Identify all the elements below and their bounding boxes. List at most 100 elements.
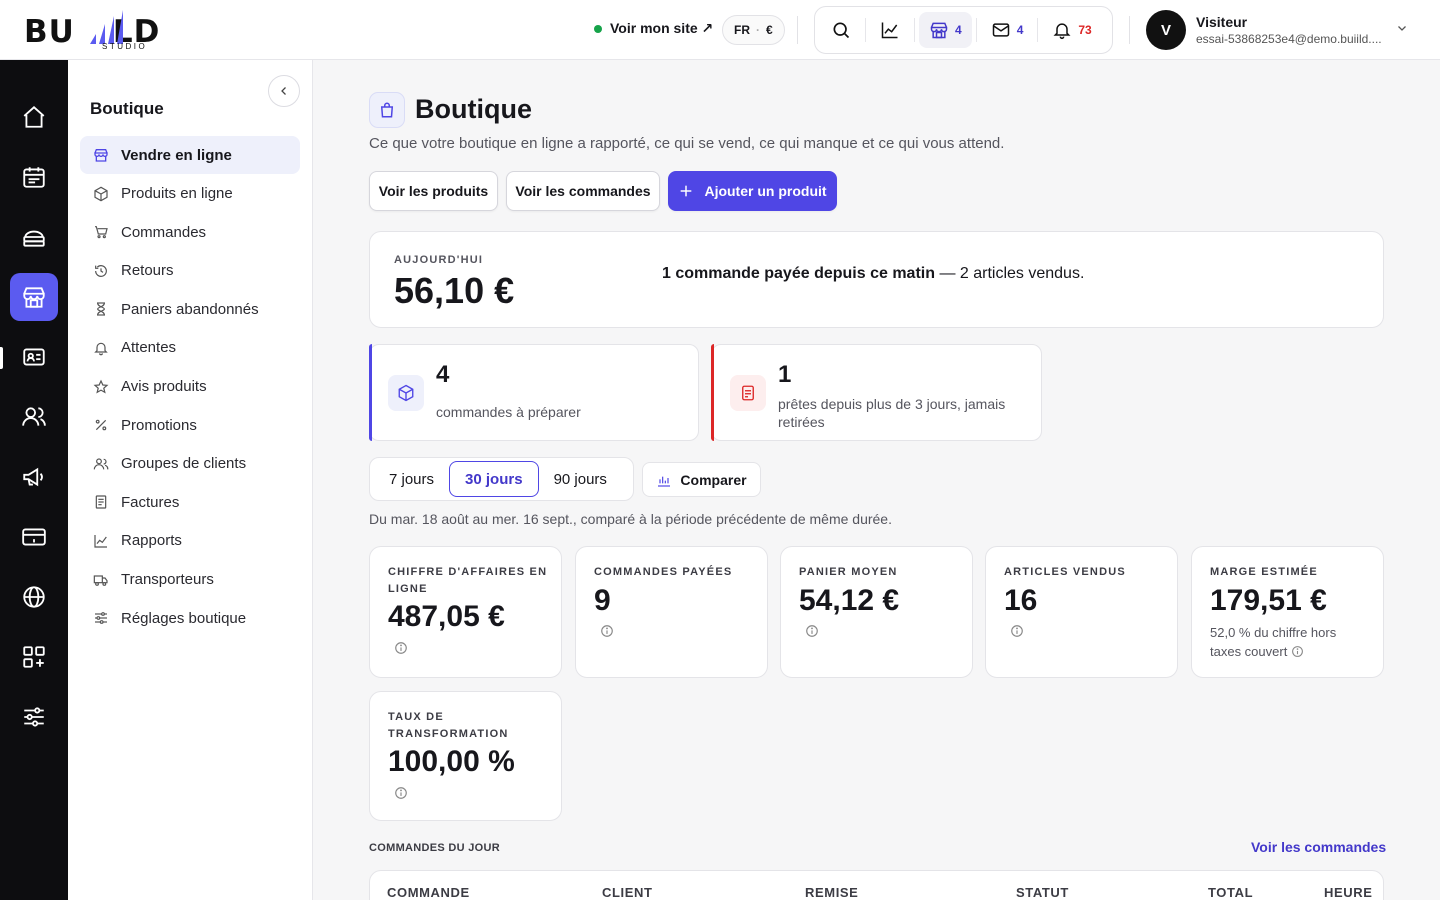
rail-website[interactable] (10, 573, 58, 621)
app-rail (0, 60, 68, 900)
divider (975, 18, 977, 42)
kpi-card-average-basket: Panier moyen 54,12 € (780, 546, 973, 678)
rail-contacts[interactable] (10, 333, 58, 381)
sidebar-item-rapports[interactable]: Rapports (80, 522, 300, 560)
page-title: Boutique (415, 94, 532, 124)
brand-logo[interactable]: BU LD STUDIO (24, 8, 184, 52)
table-header[interactable]: COMMANDE (387, 885, 470, 900)
range-30-days[interactable]: 30 jours (449, 461, 539, 497)
collapse-sidebar-button[interactable] (268, 75, 300, 107)
sidebar-item-attentes[interactable]: Attentes (80, 329, 300, 367)
alert-text: commandes à préparer (436, 404, 581, 420)
range-90-days[interactable]: 90 jours (539, 461, 622, 497)
table-header[interactable]: TOTAL (1208, 885, 1253, 900)
truck-icon (93, 574, 108, 586)
alert-uncollected-orders[interactable]: 1 prêtes depuis plus de 3 jours, jamais … (711, 344, 1042, 441)
sidebar-item-factures[interactable]: Factures (80, 483, 300, 521)
kpi-label: Taux de transformation (388, 711, 509, 740)
info-icon[interactable] (1010, 624, 1024, 638)
view-orders-button[interactable]: Voir les commandes (506, 171, 660, 211)
storefront-icon (94, 149, 108, 162)
table-header[interactable]: REMISE (805, 885, 858, 900)
separator-dot: · (756, 23, 760, 37)
kpi-note: 52,0 % du chiffre hors taxes couvert (1210, 623, 1370, 661)
user-name: Visiteur (1196, 14, 1248, 30)
mail-count-badge: 4 (1016, 23, 1024, 37)
bell-icon (94, 342, 108, 356)
alert-icon-wrap (388, 375, 424, 411)
sidebar-item-transporteurs[interactable]: Transporteurs (80, 561, 300, 599)
rail-people[interactable] (10, 393, 58, 441)
cart-icon (95, 226, 108, 239)
today-summary-rest: — 2 articles vendus. (935, 265, 1085, 282)
services-icon (23, 230, 45, 247)
contacts-card-icon (23, 348, 45, 366)
user-email: essai-53868253e4@demo.buiild.... (1196, 32, 1382, 46)
shop-orders-button[interactable]: 4 (919, 12, 972, 48)
info-icon[interactable] (600, 624, 614, 638)
alert-count: 4 (436, 361, 450, 388)
info-icon[interactable] (1291, 645, 1304, 658)
sidebar-item-promotions[interactable]: Promotions (80, 406, 300, 444)
online-status-dot (594, 24, 602, 33)
sidebar-item-reglages-boutique[interactable]: Réglages boutique (80, 599, 300, 637)
sidebar-item-avis-produits[interactable]: Avis produits (80, 368, 300, 406)
stats-button[interactable] (870, 12, 910, 48)
rail-home[interactable] (10, 93, 58, 141)
top-bar: BU LD STUDIO Voir mon site ↗ FR · € 4 4 … (0, 0, 1440, 60)
sidebar-item-produits[interactable]: Produits en ligne (80, 175, 300, 213)
megaphone-icon (23, 467, 43, 487)
table-header[interactable]: STATUT (1016, 885, 1069, 900)
orders-table: COMMANDE CLIENT REMISE STATUT TOTAL HEUR… (369, 870, 1384, 900)
notification-count-badge: 73 (1078, 23, 1092, 37)
table-header[interactable]: CLIENT (602, 885, 653, 900)
view-site-link[interactable]: Voir mon site ↗ (594, 20, 713, 37)
messages-button[interactable]: 4 (981, 12, 1034, 48)
sidebar-item-vendre-en-ligne[interactable]: Vendre en ligne (80, 136, 300, 174)
sidebar-item-paniers-abandonnes[interactable]: Paniers abandonnés (80, 290, 300, 328)
sidebar-item-label: Produits en ligne (121, 185, 233, 203)
language-currency-selector[interactable]: FR · € (722, 15, 785, 45)
compare-button[interactable]: Comparer (642, 462, 761, 497)
add-product-button[interactable]: Ajouter un produit (668, 171, 837, 211)
kpi-label: Commandes payées (594, 566, 733, 578)
box-icon (398, 384, 414, 402)
sidebar-item-commandes[interactable]: Commandes (80, 213, 300, 251)
rail-calendar[interactable] (10, 153, 58, 201)
sidebar-nav: Vendre en ligne Produits en ligne Comman… (80, 136, 300, 638)
search-button[interactable] (821, 12, 861, 48)
chevron-down-icon (1398, 26, 1406, 31)
sidebar-item-label: Groupes de clients (121, 455, 247, 473)
alert-orders-to-prepare[interactable]: 4 commandes à préparer (369, 344, 699, 441)
kpi-value: 16 (1004, 584, 1038, 617)
info-icon[interactable] (805, 624, 819, 638)
user-menu[interactable]: V Visiteur essai-53868253e4@demo.buiild.… (1146, 10, 1406, 50)
search-icon (833, 22, 850, 39)
logo-bars-icon (90, 10, 123, 44)
today-summary-highlight: 1 commande payée depuis ce matin (662, 265, 935, 282)
period-selector: 7 jours 30 jours 90 jours (369, 457, 634, 501)
rail-shop[interactable] (10, 273, 58, 321)
sidebar-item-groupes-clients[interactable]: Groupes de clients (80, 445, 300, 483)
divider (1037, 18, 1039, 42)
rail-apps[interactable] (10, 633, 58, 681)
sidebar-item-label: Rapports (121, 532, 182, 550)
info-icon[interactable] (394, 786, 408, 800)
sidebar-item-label: Vendre en ligne (121, 146, 232, 164)
sidebar-item-retours[interactable]: Retours (80, 252, 300, 290)
rail-payments[interactable] (10, 513, 58, 561)
sidebar-item-label: Réglages boutique (121, 609, 247, 627)
people-icon (22, 407, 46, 426)
info-icon[interactable] (394, 641, 408, 655)
view-products-button[interactable]: Voir les produits (369, 171, 498, 211)
rail-services[interactable] (10, 213, 58, 261)
table-header[interactable]: HEURE (1324, 885, 1373, 900)
range-7-days[interactable]: 7 jours (374, 461, 449, 497)
rail-settings[interactable] (10, 693, 58, 741)
rail-marketing[interactable] (10, 453, 58, 501)
sidebar-item-label: Attentes (121, 339, 177, 357)
notifications-button[interactable]: 73 (1042, 12, 1101, 48)
kpi-card-revenue: Chiffre d'affaires en ligne 487,05 € (369, 546, 562, 678)
view-orders-link[interactable]: Voir les commandes (1251, 839, 1386, 855)
kpi-label: Marge estimée (1210, 566, 1318, 578)
